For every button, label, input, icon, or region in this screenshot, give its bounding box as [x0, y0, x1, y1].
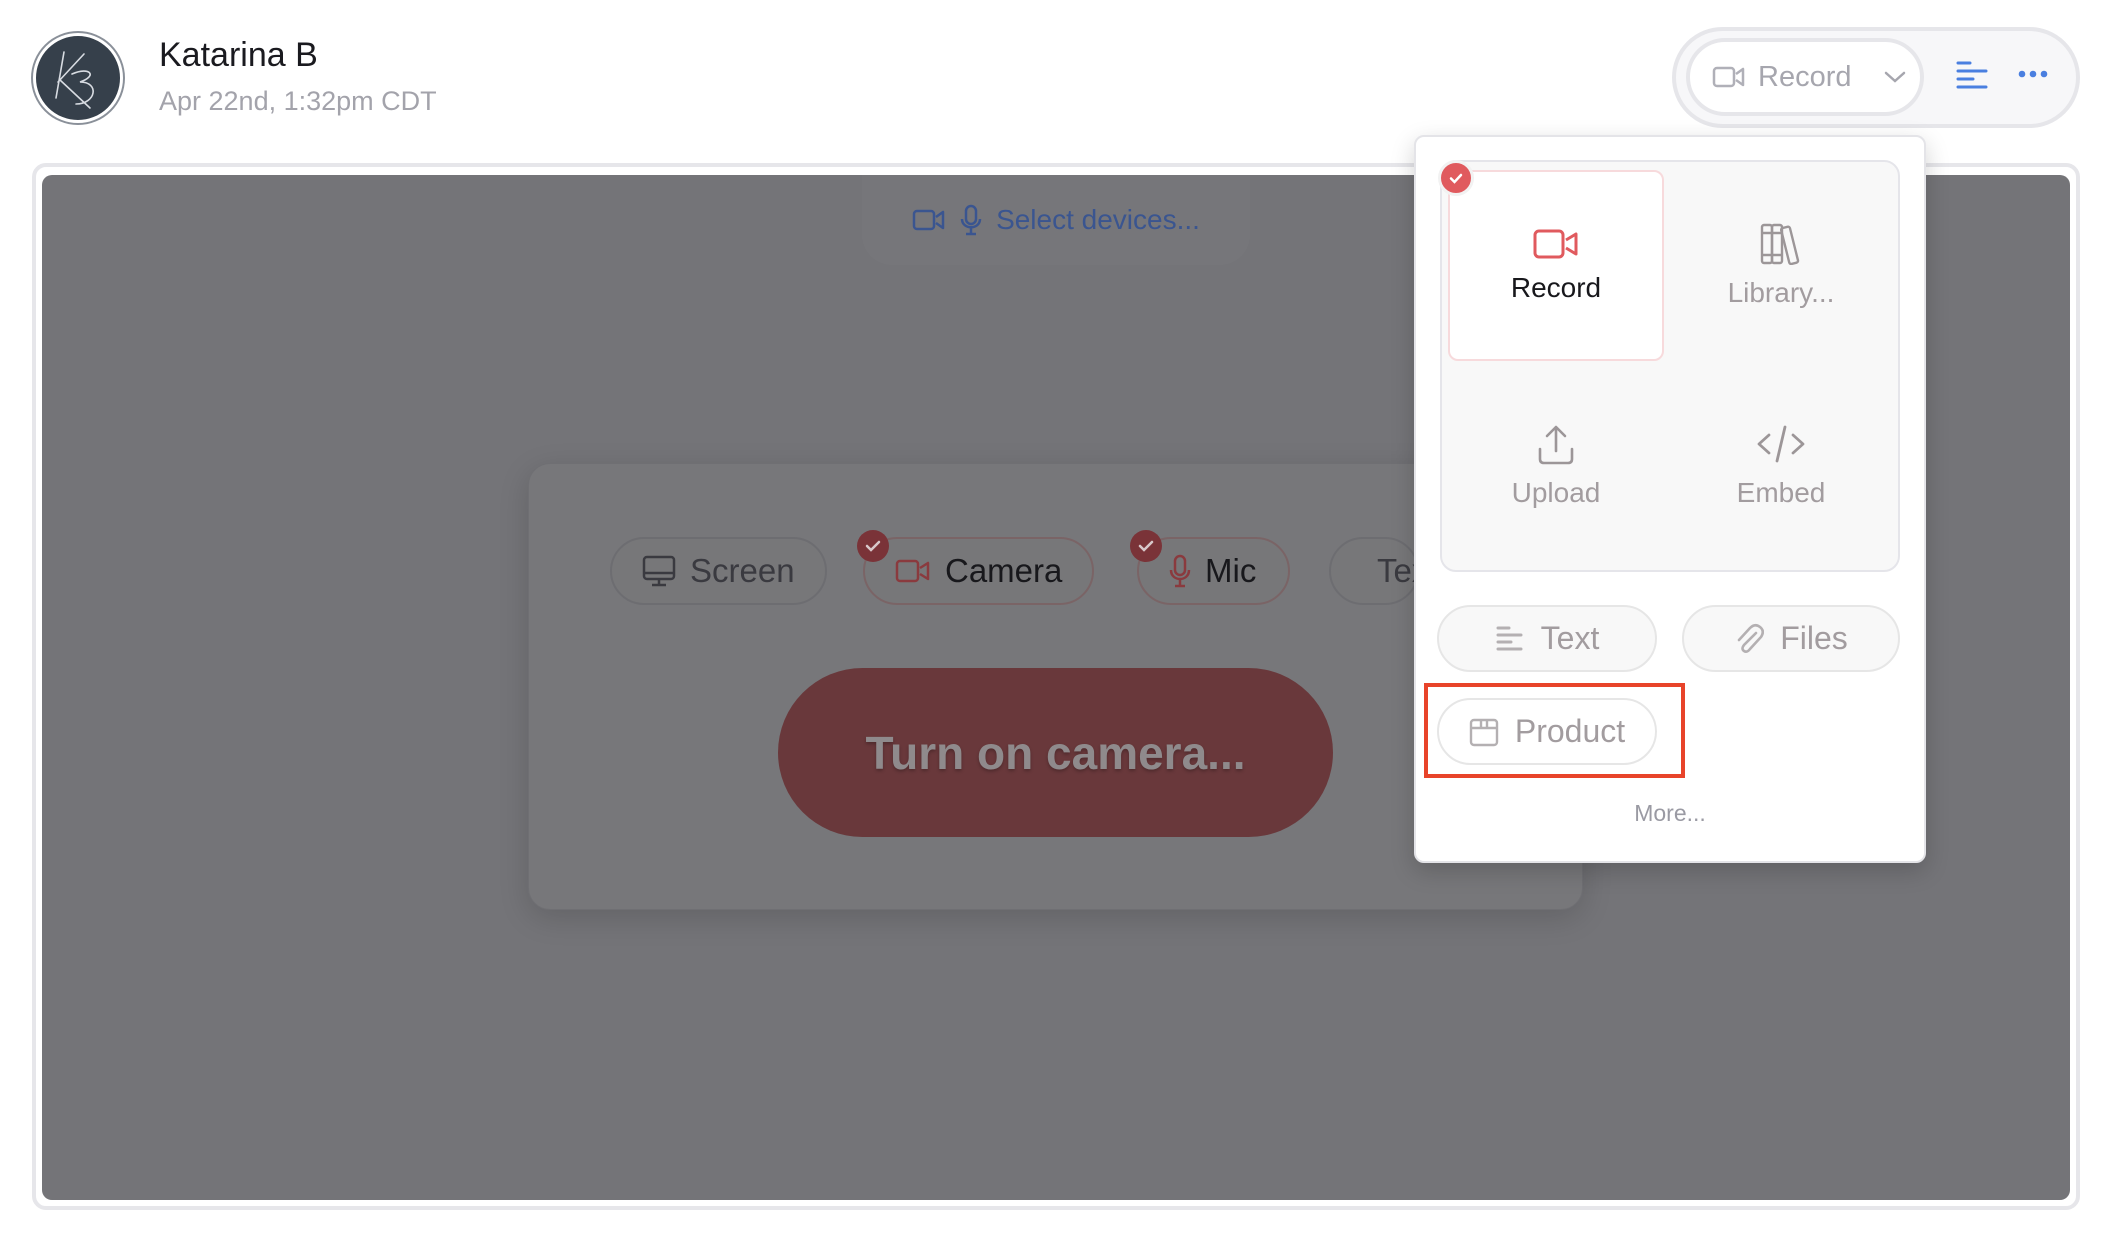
monitor-icon: [642, 555, 676, 587]
checkmark-icon: [1138, 540, 1154, 552]
tile-label: Record: [1510, 271, 1602, 303]
timestamp: Apr 22nd, 1:32pm CDT: [159, 86, 437, 116]
video-camera-icon: [912, 209, 945, 231]
text-view-button[interactable]: [1955, 60, 1989, 90]
checkmark-icon: [865, 540, 881, 552]
source-chip-camera[interactable]: Camera: [863, 537, 1095, 605]
video-camera-icon: [1533, 229, 1578, 258]
text-lines-icon: [1496, 626, 1523, 650]
pill-label: Files: [1780, 620, 1848, 656]
source-chip-screen[interactable]: Screen: [610, 537, 827, 605]
source-chip-text[interactable]: Text: [1329, 537, 1419, 605]
more-options-button[interactable]: [2018, 66, 2048, 82]
tile-library[interactable]: Library...: [1673, 170, 1889, 361]
avatar[interactable]: [33, 33, 123, 123]
code-icon: [1757, 425, 1805, 462]
video-camera-icon: [895, 559, 930, 583]
tile-label: Library...: [1727, 276, 1835, 308]
tile-embed[interactable]: Embed: [1673, 370, 1889, 561]
user-name: Katarina B: [159, 36, 318, 74]
more-horizontal-icon: [2018, 70, 2048, 78]
product-highlight-annotation: [1424, 683, 1685, 778]
tile-record[interactable]: Record: [1448, 170, 1664, 361]
selected-check-badge: [1130, 530, 1162, 562]
signature-initials-icon: [55, 51, 94, 109]
text-lines-icon: [1956, 61, 1988, 89]
select-devices-label: Select devices...: [996, 204, 1200, 235]
source-label: Screen: [690, 552, 795, 589]
microphone-icon: [1169, 554, 1191, 588]
pill-label: Text: [1540, 620, 1600, 656]
record-label: Record: [1758, 60, 1852, 93]
more-link[interactable]: More...: [1414, 800, 1926, 827]
source-label: Camera: [945, 552, 1063, 589]
selected-check-badge: [857, 530, 889, 562]
source-label: Mic: [1205, 552, 1257, 589]
books-icon: [1760, 223, 1800, 265]
turn-on-camera-button[interactable]: Turn on camera...: [778, 668, 1333, 837]
chevron-down-icon: [1884, 71, 1905, 83]
select-devices-button[interactable]: Select devices...: [862, 175, 1250, 265]
tile-label: Upload: [1511, 476, 1601, 508]
record-dropdown-button[interactable]: Record: [1686, 38, 1924, 116]
selected-check-badge: [1438, 160, 1474, 196]
pill-files[interactable]: Files: [1682, 605, 1900, 672]
tile-upload[interactable]: Upload: [1448, 370, 1664, 561]
paperclip-icon: [1737, 623, 1765, 653]
tile-label: Embed: [1736, 476, 1826, 508]
pill-text[interactable]: Text: [1437, 605, 1657, 672]
source-label: Text: [1377, 552, 1417, 589]
video-camera-icon: [1712, 66, 1745, 88]
upload-icon: [1538, 425, 1574, 464]
checkmark-icon: [1449, 173, 1463, 184]
microphone-icon: [960, 204, 982, 236]
